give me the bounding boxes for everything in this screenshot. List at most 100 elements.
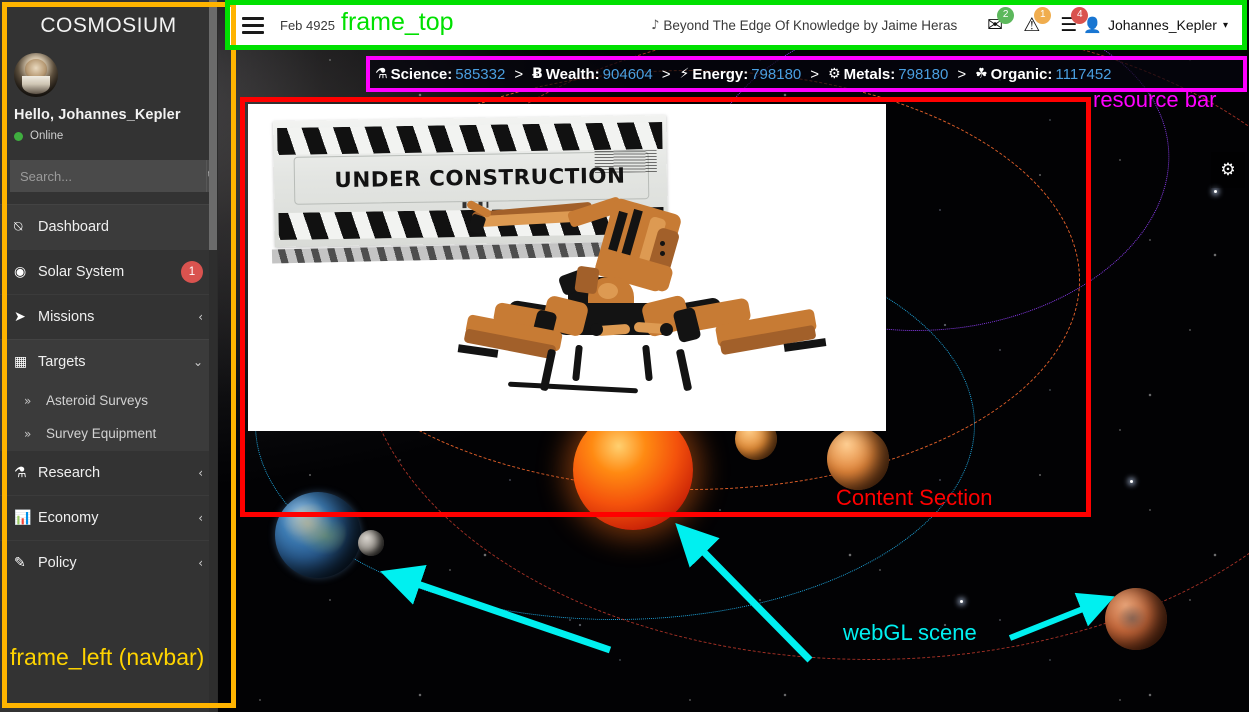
- user-name: Johannes_Kepler: [1107, 17, 1217, 33]
- resource-value: 585332: [455, 65, 506, 83]
- construction-robot-illustration: [448, 196, 868, 414]
- planet-mercury[interactable]: [827, 428, 889, 490]
- flask-icon: ⚗: [375, 66, 388, 82]
- sidebar-nav: ⍉ Dashboard ◉ Solar System 1 ➤ Missions …: [0, 204, 217, 585]
- chevron-left-icon: ‹: [198, 511, 203, 525]
- search-input[interactable]: [10, 160, 206, 192]
- double-chevron-icon: »: [24, 393, 32, 408]
- resource-separator: >: [810, 65, 820, 83]
- chevron-left-icon: ‹: [198, 556, 203, 570]
- envelope-icon[interactable]: ✉ 2: [987, 6, 1015, 35]
- annotation-label-frame-top: frame_top: [341, 8, 454, 36]
- chevron-down-icon: ▾: [1222, 19, 1228, 31]
- gear-icon[interactable]: ⚙: [1211, 152, 1245, 188]
- sidebar-item-label: Research: [38, 465, 101, 481]
- sidebar-item-research[interactable]: ⚗ Research ‹: [0, 450, 217, 495]
- resource-value: 798180: [898, 65, 949, 83]
- resource-wealth[interactable]: Ƀ Wealth: 904604: [532, 66, 653, 83]
- status-text: Online: [30, 130, 64, 142]
- bar-chart-icon: 📊: [14, 510, 32, 526]
- sidebar-subitem-asteroid-surveys[interactable]: » Asteroid Surveys: [0, 384, 217, 417]
- chevron-down-icon: ⌄: [192, 355, 203, 369]
- status-row: Online: [14, 130, 203, 142]
- gear-glyph: ⚙: [1220, 160, 1236, 180]
- status-badge: 1: [181, 261, 203, 283]
- tasks-badge: 4: [1071, 6, 1089, 24]
- resource-energy[interactable]: ⚡ Energy: 798180: [680, 66, 802, 83]
- game-date: Feb 4925: [280, 17, 335, 33]
- planet-moon[interactable]: [358, 530, 384, 556]
- chevron-left-icon: ‹: [198, 310, 203, 324]
- sidebar-item-missions[interactable]: ➤ Missions ‹: [0, 294, 217, 339]
- warning-badge: 1: [1034, 6, 1052, 24]
- annotation-label-resource: resource bar: [1093, 87, 1217, 112]
- sidebar-subitem-survey-equipment[interactable]: » Survey Equipment: [0, 417, 217, 450]
- resource-separator: >: [661, 65, 671, 83]
- resource-science[interactable]: ⚗ Science: 585332: [375, 66, 505, 83]
- gear-icon: ⚙: [828, 66, 841, 82]
- brand-title: COSMOSIUM: [40, 14, 177, 37]
- leaf-icon: ☘: [975, 66, 988, 82]
- resource-label: Organic:: [990, 65, 1053, 83]
- sidebar-item-policy[interactable]: ✎ Policy ‹: [0, 540, 217, 585]
- resource-label: Wealth:: [545, 65, 600, 83]
- grid-table-icon: ▦: [14, 354, 28, 370]
- resource-separator: >: [957, 65, 967, 83]
- bolt-icon: ⚡: [679, 66, 690, 82]
- chevron-left-icon: ‹: [198, 466, 203, 480]
- resource-label: Metals:: [843, 65, 896, 83]
- annotation-label-content: Content Section: [836, 485, 993, 510]
- now-playing: ♪ Beyond The Edge Of Knowledge by Jaime …: [651, 18, 957, 33]
- topbar-icon-group: ✉ 2 ⚠ 1 ☰ 4: [987, 6, 1089, 35]
- status-dot-icon: [14, 131, 23, 141]
- sidebar-item-dashboard[interactable]: ⍉ Dashboard: [0, 204, 217, 249]
- sidebar-scrollbar-thumb[interactable]: [209, 0, 217, 250]
- planet-mars[interactable]: [1105, 588, 1167, 650]
- user-menu[interactable]: 👤 Johannes_Kepler ▾: [1083, 16, 1228, 34]
- sidebar-item-economy[interactable]: 📊 Economy ‹: [0, 495, 217, 540]
- flask-icon: ⚗: [14, 465, 27, 481]
- application-root: UNDER CONSTRUCTION ⚙ ⚗ Science: 585332 >…: [0, 0, 1249, 712]
- profile-block: Hello, Johannes_Kepler Online: [0, 49, 217, 152]
- annotation-label-frame-left: frame_left (navbar): [10, 644, 205, 670]
- sidebar-scrollbar[interactable]: [209, 0, 217, 712]
- resource-organic[interactable]: ☘ Organic: 1117452: [975, 66, 1111, 83]
- resource-separator: >: [514, 65, 524, 83]
- sidebar-item-label: Targets: [38, 354, 86, 370]
- resource-value: 1117452: [1055, 65, 1112, 83]
- sidebar-subitem-label: Asteroid Surveys: [46, 393, 149, 408]
- annotation-label-webgl: webGL scene: [843, 620, 977, 645]
- rocket-icon: ➤: [14, 309, 26, 325]
- search-box: 🔍: [10, 160, 217, 192]
- content-section: UNDER CONSTRUCTION: [248, 104, 886, 431]
- sidebar-item-solar-system[interactable]: ◉ Solar System 1: [0, 249, 217, 294]
- frame-left-navbar: COSMOSIUM Hello, Johannes_Kepler Online …: [0, 0, 218, 712]
- sidebar-item-label: Economy: [38, 510, 99, 526]
- sidebar-item-label: Solar System: [38, 264, 125, 280]
- double-chevron-icon: »: [24, 426, 32, 441]
- warning-icon[interactable]: ⚠ 1: [1023, 6, 1052, 35]
- now-playing-text: Beyond The Edge Of Knowledge by Jaime He…: [663, 17, 958, 33]
- hamburger-icon[interactable]: [238, 16, 264, 34]
- avatar[interactable]: [14, 53, 58, 97]
- music-note-icon: ♪: [651, 17, 660, 33]
- sidebar-item-targets[interactable]: ▦ Targets ⌄: [0, 339, 217, 384]
- under-construction-text: UNDER CONSTRUCTION: [334, 163, 626, 193]
- planet-earth[interactable]: [275, 492, 361, 578]
- tasks-icon[interactable]: ☰ 4: [1060, 6, 1089, 35]
- sidebar-item-label: Missions: [38, 309, 95, 325]
- resource-value: 904604: [602, 65, 653, 83]
- resource-value: 798180: [751, 65, 802, 83]
- sidebar-subitem-label: Survey Equipment: [46, 426, 157, 441]
- under-construction-image: UNDER CONSTRUCTION: [248, 104, 886, 431]
- sidebar-item-label: Policy: [38, 555, 77, 571]
- envelope-badge: 2: [997, 6, 1015, 24]
- greeting-text: Hello, Johannes_Kepler: [14, 107, 181, 123]
- bitcoin-icon: Ƀ: [532, 66, 543, 82]
- dashboard-icon: ⍉: [14, 219, 23, 235]
- resource-label: Energy:: [692, 65, 749, 83]
- edit-square-icon: ✎: [14, 555, 26, 571]
- sidebar-item-label: Dashboard: [38, 219, 109, 235]
- resource-bar: ⚗ Science: 585332 > Ƀ Wealth: 904604 > ⚡…: [369, 59, 1246, 89]
- resource-metals[interactable]: ⚙ Metals: 798180: [828, 66, 948, 83]
